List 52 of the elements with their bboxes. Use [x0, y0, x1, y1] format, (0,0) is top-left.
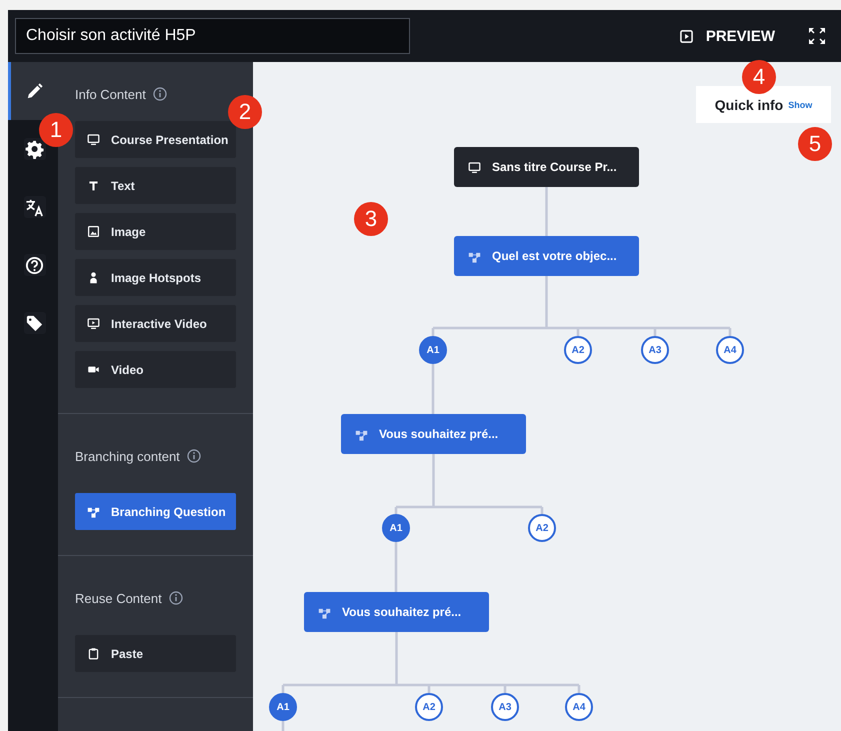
answer-node[interactable]: A3 [641, 336, 669, 364]
section-title: Info Content [75, 86, 146, 102]
play-icon [680, 30, 693, 42]
info-icon[interactable] [168, 591, 183, 605]
clipboard-icon [87, 647, 100, 660]
section-title: Branching content [75, 448, 180, 464]
answer-node[interactable]: A1 [382, 514, 410, 542]
sidebar-tab[interactable] [24, 196, 46, 218]
answer-node[interactable]: A2 [564, 336, 592, 364]
answer-node[interactable]: A4 [565, 693, 593, 721]
title-field[interactable]: Choisir son activité H5P [15, 18, 410, 54]
sidebar-tab[interactable] [24, 254, 46, 276]
show-link[interactable]: Show [788, 100, 812, 110]
preview-button[interactable]: PREVIEW [680, 28, 775, 44]
question-node[interactable]: Quel est votre objec... [454, 236, 639, 276]
monitor-icon [468, 160, 481, 174]
sidebar-tab[interactable] [24, 312, 46, 334]
answer-node[interactable]: A1 [269, 693, 297, 721]
branch-icon [87, 505, 100, 518]
tag-icon [25, 314, 44, 332]
help-icon [25, 256, 44, 274]
branch-connector [545, 187, 548, 236]
image-icon [87, 225, 100, 238]
info-icon[interactable] [186, 449, 201, 463]
answer-node[interactable]: A2 [415, 693, 443, 721]
answer-node[interactable]: A2 [528, 514, 556, 542]
content-type-item[interactable]: Interactive Video [75, 305, 236, 342]
content-type-item[interactable]: Text [75, 167, 236, 204]
info-icon[interactable] [152, 87, 167, 101]
quick-info-title: Quick info [714, 96, 784, 112]
monitor-icon [87, 133, 100, 146]
translate-icon [25, 198, 44, 216]
content-type-item[interactable]: Image [75, 213, 236, 250]
pencil-icon [25, 82, 44, 100]
question-node[interactable]: Vous souhaitez pré... [304, 592, 489, 632]
content-type-item[interactable]: Video [75, 351, 236, 388]
content-type-item[interactable]: Paste [75, 635, 236, 672]
question-node[interactable]: Vous souhaitez pré... [341, 414, 526, 454]
settings-icon [25, 140, 44, 158]
text-icon [87, 179, 100, 192]
fullscreen-icon[interactable] [807, 26, 827, 46]
video-player-icon [87, 317, 100, 330]
answer-node[interactable]: A4 [716, 336, 744, 364]
content-type-item[interactable]: Course Presentation [75, 121, 236, 158]
person-icon [87, 271, 100, 284]
content-node[interactable]: Sans titre Course Pr... [454, 147, 639, 187]
content-type-item[interactable]: Branching Question [75, 493, 236, 530]
content-type-item[interactable]: Image Hotspots [75, 259, 236, 296]
section-title: Reuse Content [75, 590, 162, 606]
sidebar-tab[interactable] [24, 138, 46, 160]
answer-node[interactable]: A1 [419, 336, 447, 364]
answer-node[interactable]: A3 [491, 693, 519, 721]
